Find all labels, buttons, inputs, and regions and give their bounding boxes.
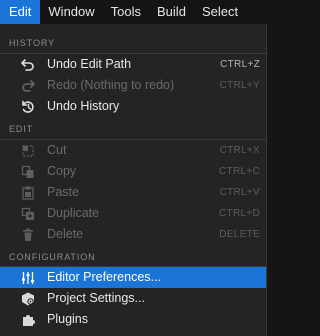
menu-item-copy[interactable]: Copy CTRL+C [0,161,266,182]
shortcut-text: DELETE [219,229,260,240]
menu-item-delete[interactable]: Delete DELETE [0,224,266,245]
menu-select[interactable]: Select [194,0,246,24]
edit-dropdown-menu: HISTORY Undo Edit Path CTRL+Z Redo (Noth… [0,24,267,336]
menu-item-redo[interactable]: Redo (Nothing to redo) CTRL+Y [0,75,266,96]
duplicate-icon [20,206,36,222]
menu-item-label: Undo History [47,99,120,113]
menu-item-project-settings[interactable]: Project Settings... [0,288,266,309]
menu-item-editor-preferences[interactable]: Editor Preferences... [0,267,266,288]
section-header-history: HISTORY [9,38,55,48]
menu-item-label: Project Settings... [47,291,145,305]
paste-icon [20,185,36,201]
menu-item-label: Redo (Nothing to redo) [47,78,175,92]
shortcut-text: CTRL+Z [220,59,260,70]
menu-item-label: Paste [47,185,79,199]
menu-build[interactable]: Build [149,0,194,24]
copy-icon [20,164,36,180]
menu-window[interactable]: Window [40,0,102,24]
shortcut-text: CTRL+V [219,187,260,198]
cut-icon [20,143,36,159]
menu-item-label: Editor Preferences... [47,270,161,284]
menu-item-label: Undo Edit Path [47,57,132,71]
plugin-icon [20,312,36,328]
window-edge [267,24,272,336]
shortcut-text: CTRL+C [219,166,260,177]
menu-item-label: Plugins [47,312,88,326]
menu-item-paste[interactable]: Paste CTRL+V [0,182,266,203]
menu-item-duplicate[interactable]: Duplicate CTRL+D [0,203,266,224]
sliders-icon [20,270,36,286]
menu-item-cut[interactable]: Cut CTRL+X [0,140,266,161]
menu-item-label: Delete [47,227,84,241]
menu-item-undo-edit-path[interactable]: Undo Edit Path CTRL+Z [0,54,266,75]
menu-bar: Edit Window Tools Build Select [0,0,272,24]
menu-item-label: Cut [47,143,67,157]
redo-icon [20,78,36,94]
section-header-edit: EDIT [9,124,34,134]
menu-item-plugins[interactable]: Plugins [0,309,266,330]
menu-edit[interactable]: Edit [0,0,41,24]
shortcut-text: CTRL+Y [219,80,260,91]
shortcut-text: CTRL+D [219,208,260,219]
menu-tools[interactable]: Tools [103,0,149,24]
section-header-configuration: CONFIGURATION [9,252,96,262]
shortcut-text: CTRL+X [219,145,260,156]
menu-item-undo-history[interactable]: Undo History [0,96,266,117]
trash-icon [20,227,36,243]
project-settings-icon [20,291,36,307]
undo-history-icon [20,99,36,115]
menu-item-label: Copy [47,164,77,178]
undo-icon [20,57,36,73]
menu-item-label: Duplicate [47,206,100,220]
